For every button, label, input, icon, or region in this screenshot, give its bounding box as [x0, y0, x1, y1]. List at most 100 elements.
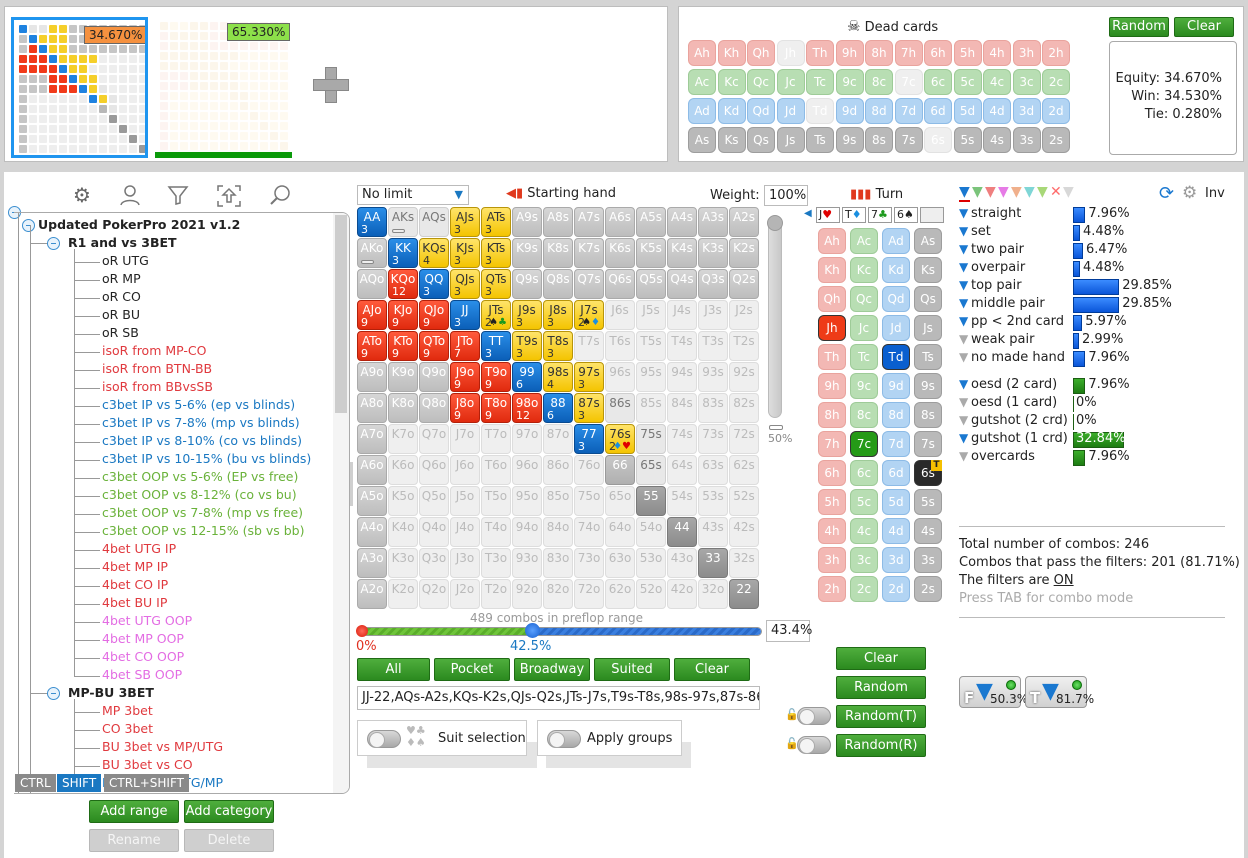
hand-cell-KQo[interactable]: KQo 12: [388, 269, 418, 299]
hand-cell-J6o[interactable]: J6o: [450, 455, 480, 485]
hand-cell-85s[interactable]: 85s: [636, 393, 666, 423]
filter-tab-icon[interactable]: ▼: [985, 185, 996, 199]
dead-card-4s[interactable]: 4s: [983, 127, 1011, 153]
hand-cell-K5s[interactable]: K5s: [636, 238, 666, 268]
dead-card-Th[interactable]: Th: [806, 40, 834, 66]
dead-card-5c[interactable]: 5c: [953, 69, 982, 95]
hand-cell-73o[interactable]: 73o: [574, 548, 604, 578]
dead-card-Kc[interactable]: Kc: [717, 69, 746, 95]
random-t-lock-toggle[interactable]: [797, 707, 831, 725]
hand-cell-AJs[interactable]: AJs 3: [450, 207, 480, 237]
hand-cell-J2o[interactable]: J2o: [450, 579, 480, 609]
board-pick-5d[interactable]: 5d: [882, 489, 910, 515]
tree-scrollbar[interactable]: [333, 213, 349, 793]
hand-cell-K5o[interactable]: K5o: [388, 486, 418, 516]
board-pick-Jc[interactable]: Jc: [850, 315, 878, 341]
filter-tab-icon[interactable]: ▼: [998, 185, 1009, 199]
board-pick-Kc[interactable]: Kc: [850, 257, 878, 283]
range-percent-input[interactable]: 43.4%: [766, 620, 812, 642]
hand-cell-AA[interactable]: AA 3: [357, 207, 387, 237]
tree-range-item[interactable]: 4bet MP OOP: [102, 631, 184, 646]
random-r-lock-toggle[interactable]: [797, 736, 831, 754]
hand-cell-94s[interactable]: 94s: [667, 362, 697, 392]
board-pick-7c[interactable]: 7c: [850, 431, 878, 457]
add-category-button[interactable]: Add category: [184, 800, 274, 823]
hand-cell-T7o[interactable]: T7o: [481, 424, 511, 454]
board-pick-Qd[interactable]: Qd: [882, 286, 910, 312]
hand-cell-94o[interactable]: 94o: [512, 517, 542, 547]
hand-cell-T6o[interactable]: T6o: [481, 455, 511, 485]
rename-button[interactable]: Rename: [89, 829, 179, 852]
hand-cell-97s[interactable]: 97s 3: [574, 362, 604, 392]
dead-card-Ad[interactable]: Ad: [688, 98, 716, 124]
dead-card-7c[interactable]: 7c: [894, 69, 923, 95]
filter-tab-icon[interactable]: ▼: [1063, 185, 1074, 199]
hand-cell-Q4s[interactable]: Q4s: [667, 269, 697, 299]
board-card-T[interactable]: T♦: [842, 207, 866, 223]
range-slider-left-knob[interactable]: [356, 625, 368, 637]
hand-cell-K8o[interactable]: K8o: [388, 393, 418, 423]
hand-cell-Q7s[interactable]: Q7s: [574, 269, 604, 299]
hand-cell-K6s[interactable]: K6s: [605, 238, 635, 268]
hand-cell-96s[interactable]: 96s: [605, 362, 635, 392]
hand-cell-98s[interactable]: 98s 4: [543, 362, 573, 392]
hand-cell-62o[interactable]: 62o: [605, 579, 635, 609]
hand-cell-K6o[interactable]: K6o: [388, 455, 418, 485]
hand-cell-KQs[interactable]: KQs 4: [419, 238, 449, 268]
tree-range-item[interactable]: oR SB: [102, 325, 139, 340]
hand-cell-J5o[interactable]: J5o: [450, 486, 480, 516]
hand-cell-QJs[interactable]: QJs 3: [450, 269, 480, 299]
hand-cell-75o[interactable]: 75o: [574, 486, 604, 516]
tree-range-item[interactable]: 4bet CO OOP: [102, 649, 184, 664]
dead-card-6s[interactable]: 6s: [924, 127, 952, 153]
hand-cell-Q3o[interactable]: Q3o: [419, 548, 449, 578]
user-icon[interactable]: [118, 184, 142, 208]
dead-card-4h[interactable]: 4h: [983, 40, 1011, 66]
dead-card-5d[interactable]: 5d: [953, 98, 982, 124]
board-pick-Kd[interactable]: Kd: [882, 257, 910, 283]
dead-card-3h[interactable]: 3h: [1012, 40, 1041, 66]
board-pick-4h[interactable]: 4h: [818, 518, 846, 544]
hand-cell-A3s[interactable]: A3s: [698, 207, 728, 237]
hand-cell-J8o[interactable]: J8o 9: [450, 393, 480, 423]
hand-cell-88[interactable]: 88 6: [543, 393, 573, 423]
hand-cell-65s[interactable]: 65s: [636, 455, 666, 485]
suit-selection-toggle-box[interactable]: ♥♣ ♦♠ Suit selection: [357, 720, 527, 756]
dead-card-9d[interactable]: 9d: [835, 98, 864, 124]
hand-cell-T3o[interactable]: T3o: [481, 548, 511, 578]
hand-cell-Q5s[interactable]: Q5s: [636, 269, 666, 299]
collapse-category-icon[interactable]: [47, 237, 60, 250]
hand-cell-32s[interactable]: 32s: [729, 548, 759, 578]
hand-cell-T2o[interactable]: T2o: [481, 579, 511, 609]
filter-row[interactable]: ▼ gutshot (1 crd): [959, 431, 1068, 446]
filter-tab-icon[interactable]: ▼: [1024, 185, 1035, 199]
dead-card-3s[interactable]: 3s: [1012, 127, 1041, 153]
hand-cell-K9s[interactable]: K9s: [512, 238, 542, 268]
hand-cell-92s[interactable]: 92s: [729, 362, 759, 392]
hand-cell-QTo[interactable]: QTo 9: [419, 331, 449, 361]
range-suited-button[interactable]: Suited: [594, 658, 670, 681]
dead-card-Tc[interactable]: Tc: [806, 69, 834, 95]
filter-row[interactable]: ▼ set: [959, 224, 991, 239]
hand-cell-64o[interactable]: 64o: [605, 517, 635, 547]
hand-cell-KJs[interactable]: KJs 3: [450, 238, 480, 268]
hand-cell-J5s[interactable]: J5s: [636, 300, 666, 330]
board-pick-Qs[interactable]: Qs: [914, 286, 942, 312]
hand-cell-Q8o[interactable]: Q8o: [419, 393, 449, 423]
hand-cell-54s[interactable]: 54s: [667, 486, 697, 516]
hand-cell-QJo[interactable]: QJo 9: [419, 300, 449, 330]
dead-card-Qh[interactable]: Qh: [747, 40, 775, 66]
hand-cell-T5o[interactable]: T5o: [481, 486, 511, 516]
board-card-J[interactable]: J♥: [816, 207, 840, 223]
hand-cell-AQs[interactable]: AQs: [419, 207, 449, 237]
dead-card-2h[interactable]: 2h: [1042, 40, 1070, 66]
dead-card-2s[interactable]: 2s: [1042, 127, 1070, 153]
hand-cell-Q2o[interactable]: Q2o: [419, 579, 449, 609]
board-pick-Th[interactable]: Th: [818, 344, 846, 370]
hand-cell-74o[interactable]: 74o: [574, 517, 604, 547]
range-clear-button[interactable]: Clear: [674, 658, 750, 681]
filter-tab-icon[interactable]: ▼: [1037, 185, 1048, 199]
turn-filter-badge[interactable]: T ▼ 81.7%: [1025, 676, 1094, 708]
apply-groups-toggle[interactable]: [547, 730, 581, 748]
tree-range-item[interactable]: c3bet IP vs 7-8% (mp vs blinds): [102, 415, 300, 430]
